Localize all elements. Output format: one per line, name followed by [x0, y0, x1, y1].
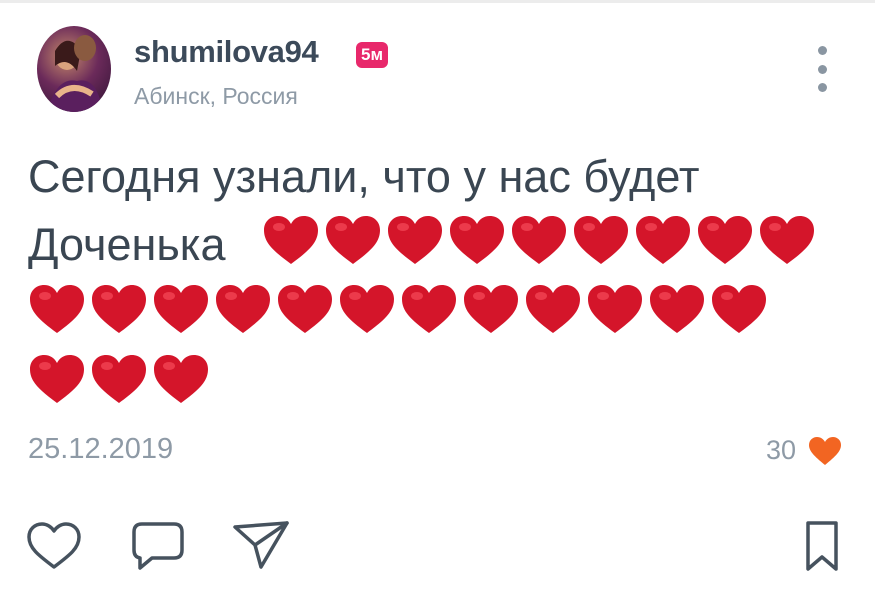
- time-badge: 5м: [356, 42, 389, 68]
- send-icon: [233, 521, 289, 569]
- post-text-line1: Сегодня узнали, что у нас будет: [28, 151, 700, 202]
- heart-emoji-icon: [30, 285, 84, 333]
- heart-emoji-icon: [92, 355, 146, 403]
- share-button[interactable]: [231, 519, 291, 571]
- more-menu-button[interactable]: [808, 46, 836, 92]
- heart-emoji-icon: [92, 285, 146, 333]
- username[interactable]: shumilova94: [134, 34, 319, 70]
- location-label: Абинск, Россия: [134, 83, 298, 109]
- top-divider: [0, 0, 875, 3]
- heart-emoji-row: [28, 283, 768, 335]
- heart-emoji-icon: [464, 285, 518, 333]
- heart-emoji-icon: [760, 216, 814, 264]
- heart-emoji-icon: [30, 355, 84, 403]
- heart-emoji-row: [28, 353, 210, 405]
- heart-emoji-icon: [264, 216, 318, 264]
- bookmark-button[interactable]: [803, 520, 841, 572]
- heart-emoji-icon: [636, 216, 690, 264]
- heart-emoji-icon: [278, 285, 332, 333]
- heart-emoji-row: [262, 214, 816, 266]
- comment-icon: [132, 522, 184, 570]
- heart-emoji-icon: [154, 285, 208, 333]
- heart-emoji-icon: [154, 355, 208, 403]
- heart-emoji-icon: [216, 285, 270, 333]
- menu-dot-icon: [817, 46, 827, 55]
- heart-emoji-icon: [650, 285, 704, 333]
- heart-emoji-icon: [712, 285, 766, 333]
- heart-emoji-icon: [698, 216, 752, 264]
- like-count: 30: [766, 435, 797, 465]
- heart-emoji-icon: [574, 216, 628, 264]
- heart-emoji-icon: [512, 216, 566, 264]
- heart-emoji-icon: [326, 216, 380, 264]
- heart-emoji-icon: [450, 216, 504, 264]
- like-button[interactable]: [26, 521, 82, 571]
- heart-emoji-icon: [388, 216, 442, 264]
- heart-emoji-icon: [588, 285, 642, 333]
- heart-icon: [27, 522, 81, 569]
- heart-emoji-icon: [402, 285, 456, 333]
- post-date: 25.12.2019: [28, 433, 174, 465]
- post-text-line2: Доченька: [28, 219, 226, 270]
- menu-dot-icon: [817, 64, 827, 74]
- menu-dot-icon: [817, 83, 827, 92]
- bookmark-icon: [806, 521, 838, 571]
- avatar[interactable]: [37, 26, 111, 112]
- like-count-heart-icon: [809, 437, 841, 465]
- heart-emoji-icon: [526, 285, 580, 333]
- heart-emoji-icon: [340, 285, 394, 333]
- comment-button[interactable]: [130, 520, 186, 572]
